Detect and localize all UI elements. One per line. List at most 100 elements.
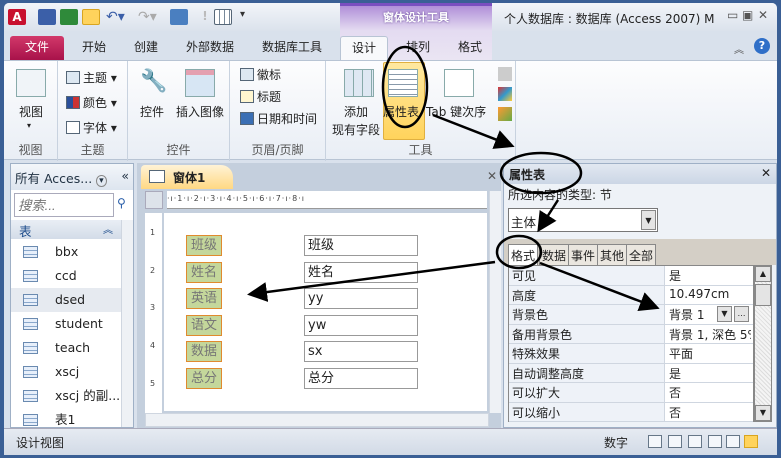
field-textbox[interactable]: 总分 bbox=[304, 368, 418, 389]
field-textbox[interactable]: 班级 bbox=[304, 235, 418, 256]
property-value[interactable]: 是 bbox=[669, 267, 751, 284]
property-value[interactable]: 平面 bbox=[669, 345, 751, 362]
nav-item[interactable]: xscj 的副... bbox=[11, 384, 121, 408]
tab-order-button[interactable]: Tab 键次序 bbox=[426, 103, 486, 120]
collapse-ribbon-icon[interactable]: ︽ bbox=[734, 41, 744, 56]
field-textbox[interactable]: yw bbox=[304, 315, 418, 336]
tab-form1[interactable]: 窗体1 bbox=[141, 165, 233, 189]
maximize-button[interactable]: ▣ bbox=[742, 8, 753, 22]
form-horizontal-scrollbar[interactable] bbox=[145, 413, 489, 427]
logo-button[interactable]: 徽标 bbox=[240, 66, 281, 83]
tab-home[interactable]: 开始 bbox=[76, 36, 112, 60]
date-time-button[interactable]: 日期和时间 bbox=[240, 110, 317, 127]
design-view-icon[interactable] bbox=[82, 9, 100, 25]
property-row[interactable]: 高度 10.497cm bbox=[509, 285, 753, 305]
search-icon[interactable]: ⚲ bbox=[117, 196, 126, 210]
property-value[interactable]: 10.497cm bbox=[669, 287, 751, 301]
horizontal-ruler[interactable]: ·ı·1·ı·2·ı·3·ı·4·ı·5·ı·6·ı·7·ı·8·ı bbox=[167, 191, 487, 209]
form-selector[interactable] bbox=[145, 191, 163, 209]
property-row[interactable]: 可以扩大否 bbox=[509, 383, 753, 403]
nav-item[interactable]: ccd bbox=[11, 264, 121, 288]
form-design-canvas[interactable]: 班级 姓名 英语 语文 数据 总分 班级 姓名 yy yw sx 总分 bbox=[164, 213, 487, 411]
tab-format-props[interactable]: 格式 bbox=[508, 244, 539, 265]
print-preview-icon[interactable] bbox=[708, 435, 722, 448]
scroll-thumb[interactable] bbox=[755, 284, 771, 306]
object-selector-dropdown[interactable]: 主体 ▼ bbox=[508, 208, 658, 232]
scroll-down-icon[interactable]: ▼ bbox=[755, 405, 771, 421]
property-row[interactable]: 自动调整高度是 bbox=[509, 363, 753, 383]
convert-macros-icon[interactable] bbox=[498, 107, 512, 121]
field-textbox[interactable]: 姓名 bbox=[304, 262, 418, 283]
nav-item[interactable]: bbx bbox=[11, 240, 121, 264]
builder-button[interactable]: … bbox=[734, 306, 749, 322]
dropdown-arrow-icon[interactable]: ▼ bbox=[641, 210, 656, 230]
tab-arrange[interactable]: 排列 bbox=[398, 36, 438, 60]
layout-view-icon[interactable] bbox=[688, 435, 702, 448]
property-value[interactable]: 是 bbox=[669, 365, 751, 382]
nav-item[interactable]: teach bbox=[11, 336, 121, 360]
property-row[interactable]: 特殊效果 平面 bbox=[509, 344, 753, 364]
property-row[interactable]: 可以缩小否 bbox=[509, 402, 753, 422]
tab-all-props[interactable]: 全部 bbox=[626, 244, 657, 265]
field-textbox[interactable]: sx bbox=[304, 341, 418, 362]
fonts-button[interactable]: 字体 ▾ bbox=[66, 119, 117, 136]
field-label[interactable]: 英语 bbox=[186, 288, 222, 309]
theme-button[interactable]: 主题 ▾ bbox=[66, 69, 117, 86]
form-view-icon[interactable] bbox=[648, 435, 662, 448]
property-row[interactable]: 背景色 背景 1 ▼… bbox=[509, 305, 753, 325]
view-dropdown-icon[interactable]: ▾ bbox=[27, 121, 31, 130]
field-label[interactable]: 语文 bbox=[186, 315, 222, 336]
save-icon[interactable] bbox=[38, 9, 56, 25]
nav-scrollbar[interactable] bbox=[121, 220, 133, 427]
form-view-icon[interactable] bbox=[170, 9, 188, 25]
nav-header[interactable]: 所有 Acces... ▾ « bbox=[11, 164, 133, 190]
vertical-ruler[interactable]: 1 2 3 4 5 bbox=[145, 213, 162, 413]
nav-menu-icon[interactable]: ▾ bbox=[96, 175, 107, 187]
collapse-nav-icon[interactable]: « bbox=[121, 168, 129, 183]
colors-button[interactable]: 颜色 ▾ bbox=[66, 94, 117, 111]
property-value[interactable]: 否 bbox=[669, 384, 751, 401]
add-fields-button-line1[interactable]: 添加 bbox=[344, 103, 368, 120]
field-textbox[interactable]: yy bbox=[304, 288, 418, 309]
property-row[interactable]: 备用背景色 背景 1, 深色 5% bbox=[509, 324, 753, 344]
nav-item[interactable]: xscj bbox=[11, 360, 121, 384]
nav-item-selected[interactable]: dsed bbox=[11, 288, 121, 312]
field-label[interactable]: 班级 bbox=[186, 235, 222, 256]
field-label[interactable]: 数据 bbox=[186, 341, 222, 362]
subform-icon[interactable] bbox=[498, 67, 512, 81]
tab-other-props[interactable]: 其他 bbox=[597, 244, 628, 265]
undo-icon[interactable]: ↶▾ bbox=[106, 9, 125, 25]
excel-export-icon[interactable] bbox=[60, 9, 78, 25]
tab-design[interactable]: 设计 bbox=[340, 36, 388, 60]
nav-section-tables[interactable]: 表 ︽ bbox=[11, 220, 121, 239]
section-collapse-icon[interactable]: ︽ bbox=[103, 221, 113, 236]
form-vertical-scrollbar[interactable] bbox=[489, 191, 501, 413]
close-button[interactable]: ✕ bbox=[758, 8, 768, 22]
insert-image-button[interactable]: 插入图像 bbox=[176, 103, 224, 120]
close-form-icon[interactable]: ✕ bbox=[487, 169, 497, 183]
property-value[interactable]: 背景 1, 深色 5% bbox=[669, 326, 751, 343]
tab-database-tools[interactable]: 数据库工具 bbox=[256, 36, 328, 60]
value-dropdown-icon[interactable]: ▼ bbox=[717, 306, 732, 322]
tab-data-props[interactable]: 数据 bbox=[539, 244, 570, 265]
add-fields-button-line2[interactable]: 现有字段 bbox=[332, 121, 380, 138]
design-view-status-icon[interactable] bbox=[744, 435, 758, 448]
title-button[interactable]: 标题 bbox=[240, 88, 281, 105]
close-property-sheet-icon[interactable]: ✕ bbox=[761, 166, 771, 180]
tab-file[interactable]: 文件 bbox=[10, 36, 64, 60]
pivot-view-icon[interactable] bbox=[726, 435, 740, 448]
controls-button[interactable]: 控件 bbox=[140, 103, 164, 120]
customize-qat-icon[interactable]: ▾ bbox=[240, 9, 258, 25]
run-icon[interactable]: ! bbox=[196, 9, 214, 25]
tab-format[interactable]: 格式 bbox=[450, 36, 490, 60]
tab-event-props[interactable]: 事件 bbox=[568, 244, 599, 265]
tab-external-data[interactable]: 外部数据 bbox=[180, 36, 240, 60]
nav-search-input[interactable] bbox=[14, 193, 114, 217]
minimize-button[interactable]: ▭ bbox=[727, 8, 738, 22]
property-row[interactable]: 可见是 bbox=[509, 266, 753, 286]
field-label[interactable]: 姓名 bbox=[186, 262, 222, 283]
redo-icon[interactable]: ↷▾ bbox=[138, 9, 157, 25]
field-label[interactable]: 总分 bbox=[186, 368, 222, 389]
code-icon[interactable] bbox=[498, 87, 512, 101]
tab-create[interactable]: 创建 bbox=[128, 36, 164, 60]
